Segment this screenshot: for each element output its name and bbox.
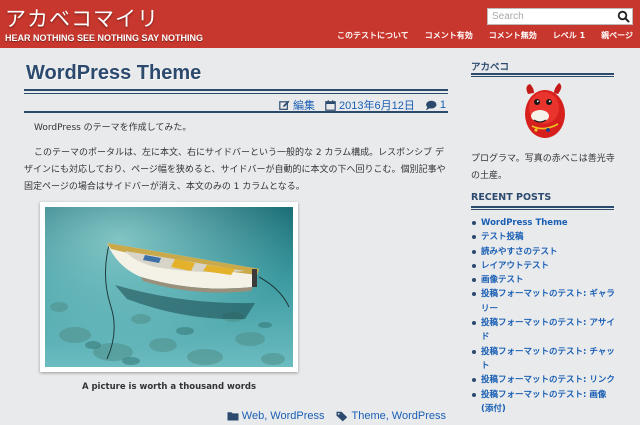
sidebar: アカベコ プログラマ。写真の赤べこは善光寺の土産。 RECENT POSTS W… — [471, 48, 621, 425]
recent-post-link[interactable]: 画像テスト — [471, 273, 621, 287]
nav-item-comments-enabled[interactable]: コメント有効 — [417, 31, 481, 41]
recent-post-link[interactable]: レイアウトテスト — [471, 259, 621, 273]
profile-widget-title: アカベコ — [471, 62, 510, 73]
edit-icon — [279, 100, 290, 110]
post-categories: Web, WordPress — [227, 410, 324, 422]
site-tagline: HEAR NOTHING SEE NOTHING SAY NOTHING — [5, 33, 204, 43]
recent-posts-divider — [471, 206, 614, 210]
post-paragraph-layout: このテーマのポータルは、左に本文、右にサイドバーという一般的な 2 カラム構成。… — [24, 148, 446, 192]
meta-divider — [24, 111, 448, 113]
recent-post-link[interactable]: 投稿フォーマットのテスト: チャット — [471, 345, 621, 374]
recent-post-link[interactable]: テスト投稿 — [471, 230, 621, 244]
title-divider — [24, 89, 448, 94]
site-title[interactable]: アカベコマイリ — [5, 3, 159, 33]
post-footer-meta: Web, WordPress Theme, WordPress — [215, 410, 446, 422]
comments-link[interactable]: 1 — [425, 99, 446, 111]
main-nav: このテストについて コメント有効 コメント無効 レベル 1 親ページ — [329, 31, 633, 41]
tag-link-theme[interactable]: Theme — [351, 410, 385, 422]
recent-post-link[interactable]: 投稿フォーマットのテスト: リンク — [471, 373, 621, 387]
recent-posts-title: RECENT POSTS — [471, 192, 552, 203]
nav-item-level-1[interactable]: レベル 1 — [545, 31, 593, 41]
recent-post-link[interactable]: 投稿フォーマットのテスト: アサイド — [471, 316, 621, 345]
category-link-web[interactable]: Web — [242, 410, 264, 422]
post-paragraph-intro: WordPress のテーマを作成してみた。 — [34, 123, 192, 133]
image-caption: A picture is worth a thousand words — [81, 382, 257, 392]
profile-widget-divider — [471, 73, 614, 77]
search-input[interactable] — [488, 9, 616, 24]
search-icon[interactable] — [617, 10, 630, 23]
recent-posts-list: WordPress Theme テスト投稿 読みやすさのテスト レイアウトテスト… — [471, 216, 621, 416]
comment-icon — [425, 100, 437, 110]
tag-icon — [336, 411, 348, 421]
post-title[interactable]: WordPress Theme — [26, 62, 201, 85]
post-image-frame — [40, 202, 298, 372]
tag-link-wordpress[interactable]: WordPress — [392, 410, 446, 422]
nav-item-comments-disabled[interactable]: コメント無効 — [481, 31, 545, 41]
post-tags: Theme, WordPress — [336, 410, 446, 422]
category-link-wordpress[interactable]: WordPress — [270, 410, 324, 422]
recent-post-link[interactable]: 投稿フォーマットのテスト: ギャラリー — [471, 287, 621, 316]
recent-post-link[interactable]: 投稿フォーマットのテスト: 画像 (添付) — [471, 388, 621, 417]
akabeko-avatar — [525, 83, 565, 138]
site-header: アカベコマイリ HEAR NOTHING SEE NOTHING SAY NOT… — [0, 0, 640, 48]
search-box — [487, 8, 633, 25]
recent-post-link[interactable]: WordPress Theme — [471, 216, 621, 230]
folder-icon — [227, 412, 239, 421]
profile-description: プログラマ。写真の赤べこは善光寺の土産。 — [471, 154, 615, 181]
recent-post-link[interactable]: 読みやすさのテスト — [471, 245, 621, 259]
nav-item-about-test[interactable]: このテストについて — [329, 31, 417, 41]
calendar-icon — [325, 99, 336, 111]
comment-count: 1 — [439, 99, 446, 111]
rowboat-photo[interactable] — [45, 207, 293, 367]
nav-item-parent-page[interactable]: 親ページ — [593, 31, 633, 41]
post-article: WordPress Theme 編集 2013年6月12日 1 WordPres… — [24, 48, 448, 425]
